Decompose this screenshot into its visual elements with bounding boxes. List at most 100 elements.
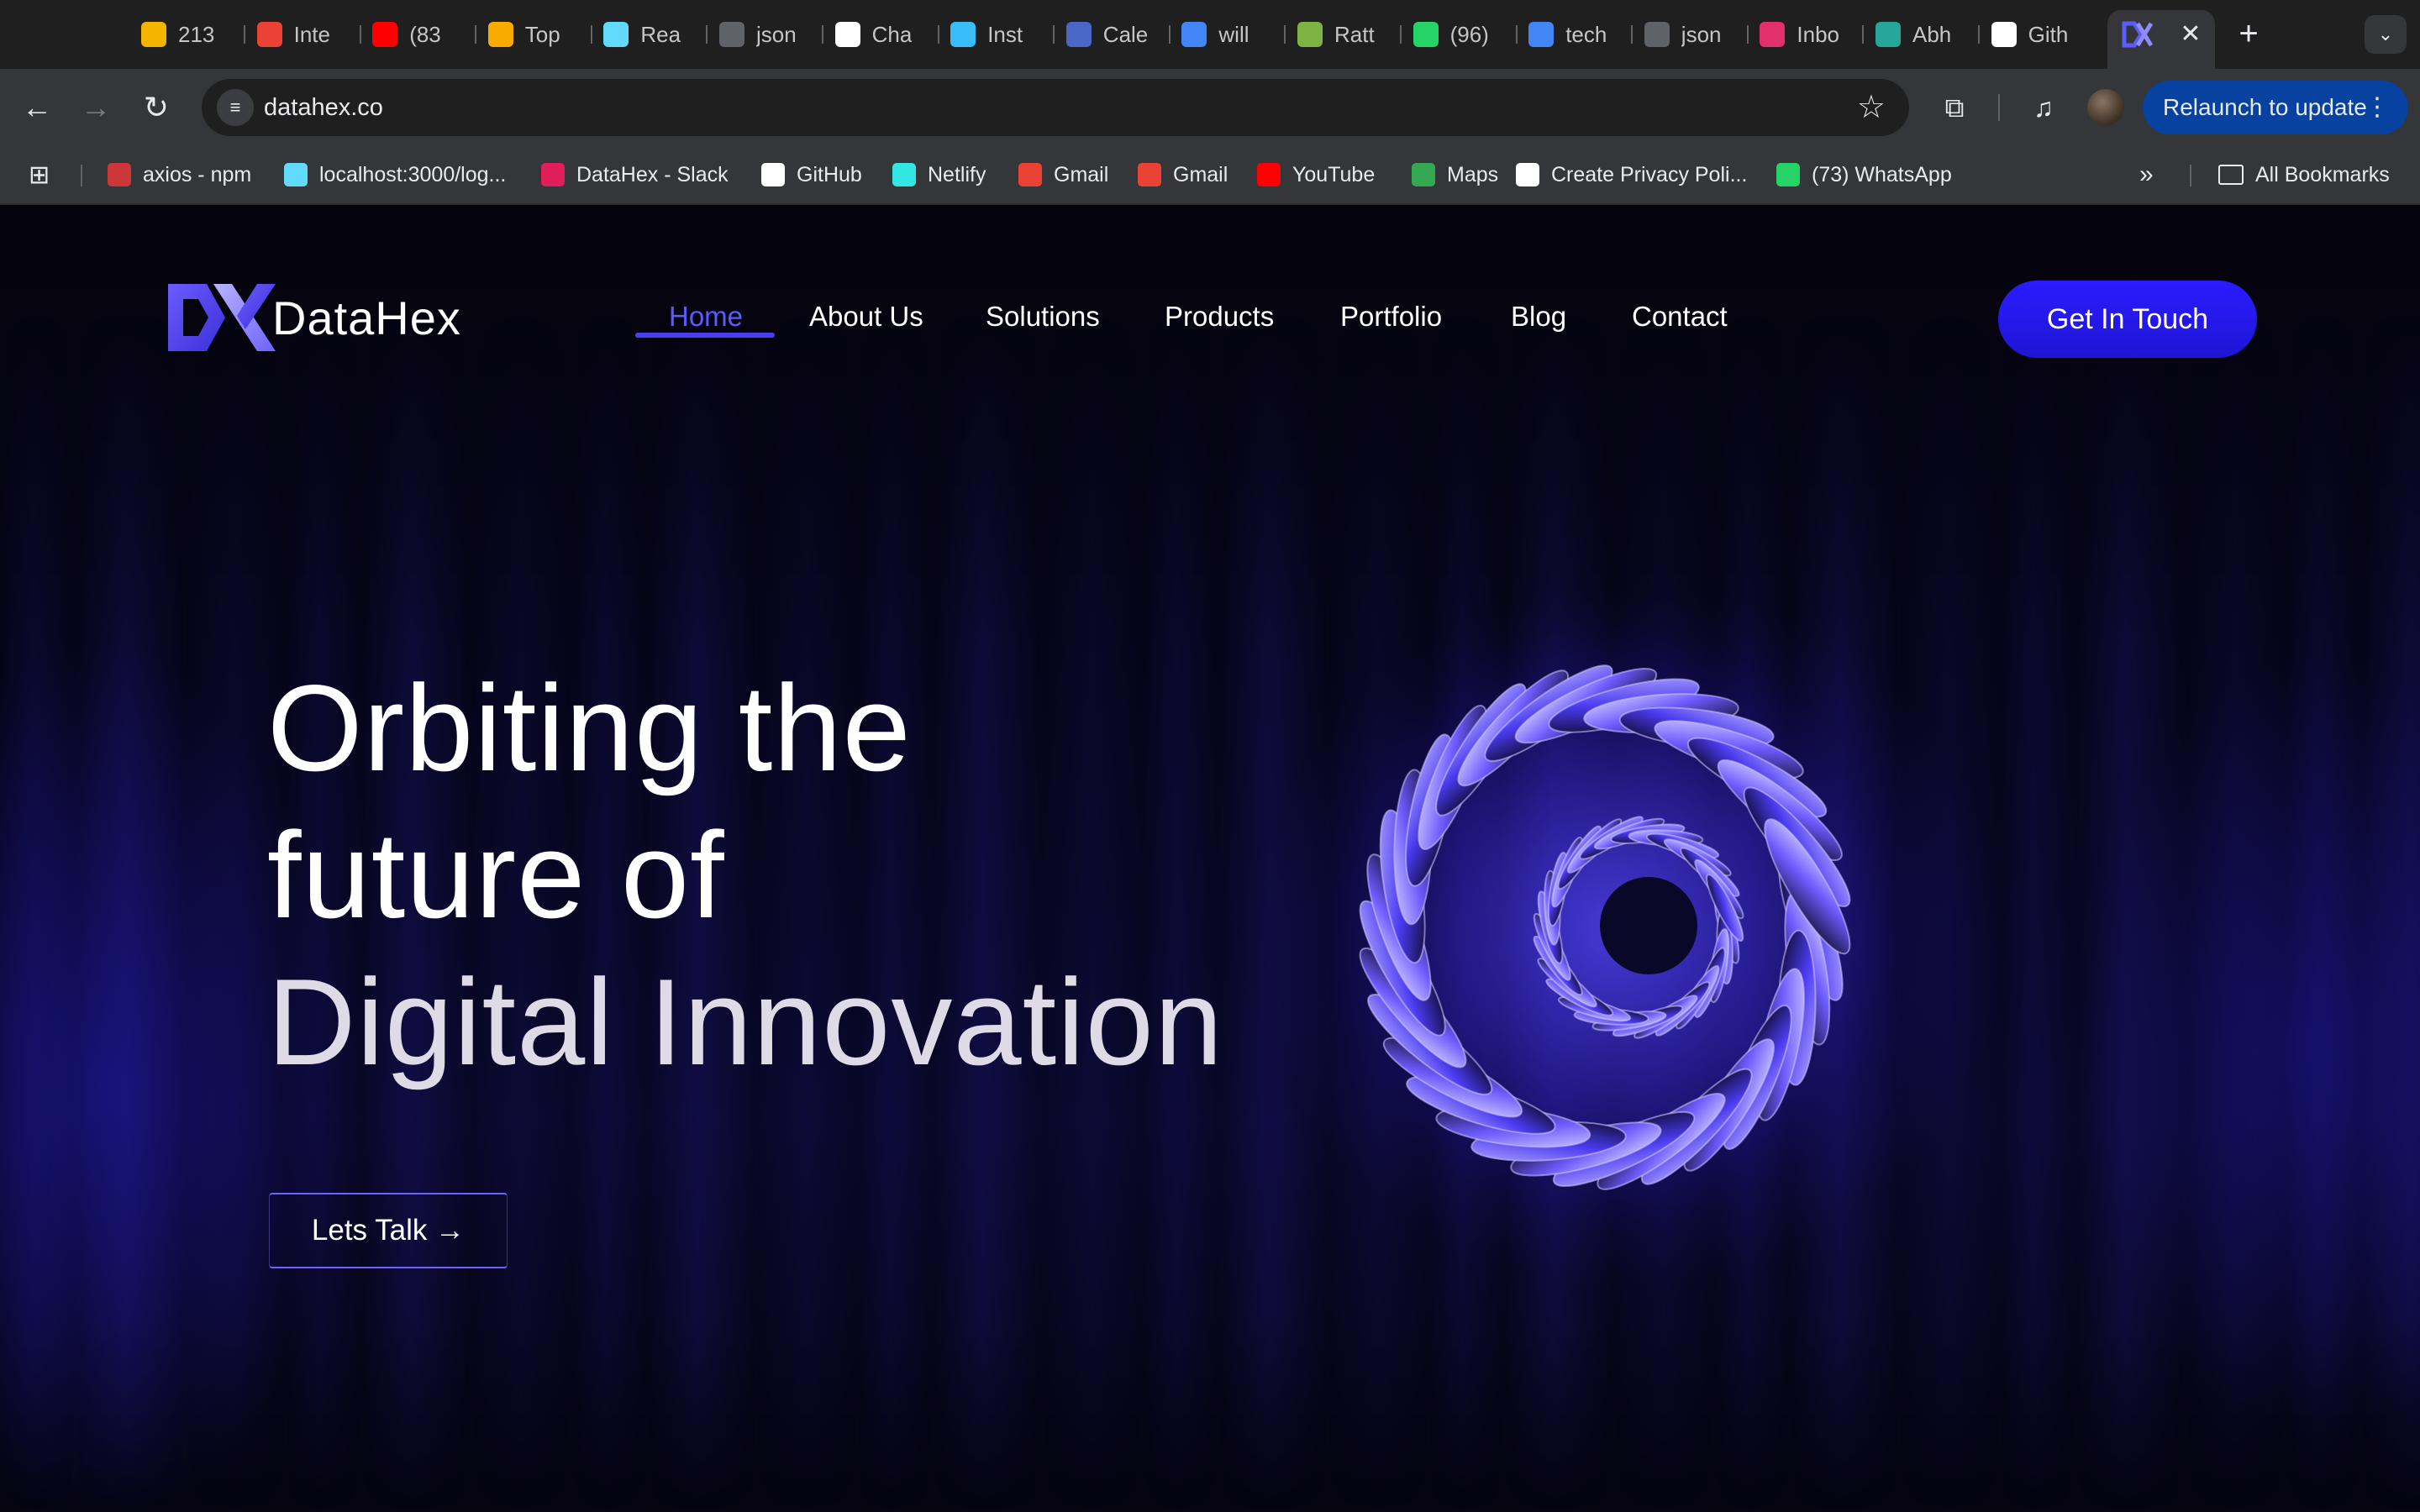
bookmark-favicon-icon [1412, 163, 1435, 186]
browser-tab[interactable]: Inbo [1760, 15, 1847, 54]
folder-icon [2218, 165, 2244, 185]
browser-tab[interactable]: Inte [256, 15, 345, 54]
tab-label: json [1681, 21, 1722, 47]
lets-talk-button[interactable]: Lets Talk → [269, 1193, 508, 1268]
forward-icon[interactable]: → [76, 87, 116, 128]
datahex-logo-icon [2122, 21, 2154, 48]
tab-favicon-icon [834, 22, 860, 47]
browser-tab[interactable]: Ratt [1297, 15, 1385, 54]
address-bar[interactable]: ≡ datahex.co ☆ [202, 79, 1909, 136]
more-bookmarks-icon[interactable]: » [2139, 160, 2154, 190]
bookmark-favicon-icon [1776, 163, 1800, 186]
browser-tab[interactable]: Inst [950, 15, 1038, 54]
tab-favicon-icon [1181, 22, 1207, 47]
nav-portfolio[interactable]: Portfolio [1340, 286, 1442, 348]
bookmark-item[interactable]: localhost:3000/log... [284, 160, 506, 190]
site-info-icon[interactable]: ≡ [217, 89, 254, 126]
tab-divider [1746, 25, 1749, 44]
bookmark-item[interactable]: Gmail [1138, 160, 1228, 190]
tab-label: Cha [871, 21, 913, 47]
tab-search-icon[interactable]: ⌄ [2365, 15, 2407, 54]
bookmark-favicon-icon [1257, 163, 1281, 186]
bookmark-favicon-icon [1138, 163, 1161, 186]
media-control-icon[interactable]: ♫ [2023, 87, 2064, 128]
all-bookmarks-label: All Bookmarks [2255, 162, 2390, 186]
bookmark-item[interactable]: DataHex - Slack [541, 160, 729, 190]
bookmark-item[interactable]: Netlify [892, 160, 986, 190]
browser-tab[interactable]: will [1181, 15, 1269, 54]
bookmark-item[interactable]: Create Privacy Poli... [1516, 160, 1747, 190]
tab-label: Inbo [1797, 21, 1839, 47]
tab-label: tech [1565, 21, 1607, 47]
tab-favicon-icon [603, 22, 629, 47]
relaunch-label: Relaunch to update [2163, 94, 2367, 120]
all-bookmarks-button[interactable]: All Bookmarks [2218, 160, 2390, 190]
nav-blog[interactable]: Blog [1511, 286, 1566, 348]
get-in-touch-button[interactable]: Get In Touch [1998, 281, 2257, 358]
new-tab-icon[interactable]: + [2232, 17, 2265, 50]
bookmark-item[interactable]: Maps [1412, 160, 1498, 190]
browser-tab[interactable]: Gith [1991, 15, 2079, 54]
tab-favicon-icon [1760, 22, 1786, 47]
tab-divider [1284, 25, 1286, 44]
bookmark-item[interactable]: axios - npm [108, 160, 251, 190]
nav-products[interactable]: Products [1165, 286, 1274, 348]
tab-favicon-icon [950, 22, 976, 47]
bookmark-item[interactable]: GitHub [761, 160, 862, 190]
browser-tab[interactable]: Cale [1065, 15, 1154, 54]
bookmark-favicon-icon [892, 163, 916, 186]
bookmarks-bar: ⊞ » All Bookmarks axios - npm localhost:3… [0, 146, 2420, 205]
nav-home[interactable]: Home [669, 286, 743, 348]
bookmark-favicon-icon [761, 163, 785, 186]
hero-line-2: future of [267, 806, 725, 943]
bookmark-label: axios - npm [143, 162, 252, 186]
tab-divider [706, 25, 708, 44]
bookmark-label: Maps [1447, 162, 1499, 186]
tab-divider [590, 25, 592, 44]
bookmark-star-icon[interactable]: ☆ [1857, 87, 1886, 128]
apps-grid-icon[interactable]: ⊞ [29, 160, 50, 190]
hero-line-3: Digital Innovation [267, 953, 1224, 1090]
tab-divider [937, 25, 939, 44]
bookmark-item[interactable]: YouTube [1257, 160, 1375, 190]
bookmark-label: Gmail [1173, 162, 1228, 186]
browser-tab[interactable]: Top [487, 15, 576, 54]
relaunch-button[interactable]: Relaunch to update ⋮ [2143, 81, 2408, 134]
browser-tab[interactable]: Abh [1876, 15, 1963, 54]
reload-icon[interactable]: ↻ [136, 87, 176, 128]
tab-divider [359, 25, 361, 44]
tab-favicon-icon [719, 22, 744, 47]
url-text[interactable]: datahex.co [264, 79, 383, 136]
avatar[interactable] [2087, 89, 2124, 126]
tab-label: Ratt [1334, 21, 1375, 47]
bookmark-label: DataHex - Slack [576, 162, 729, 186]
browser-tab[interactable]: json [719, 15, 807, 54]
brand-name: DataHex [272, 291, 461, 344]
browser-tab[interactable]: Cha [834, 15, 923, 54]
tab-favicon-icon [1991, 22, 2017, 47]
browser-tab[interactable]: (83 [372, 15, 460, 54]
back-icon[interactable]: ← [17, 87, 57, 128]
browser-tab[interactable]: json [1644, 15, 1732, 54]
brand-logo[interactable]: DataHex [163, 277, 461, 358]
close-tab-icon[interactable]: ✕ [2176, 20, 2205, 49]
browser-tab[interactable]: (96) [1413, 15, 1501, 54]
browser-toolbar: ← → ↻ ≡ datahex.co ☆ ⧉ ♫ Relaunch to upd… [0, 69, 2420, 146]
datahex-page: DataHex Home About Us Solutions Products… [0, 205, 2420, 1512]
extensions-icon[interactable]: ⧉ [1934, 87, 1975, 128]
browser-tab[interactable]: Rea [603, 15, 691, 54]
tab-label: json [756, 21, 797, 47]
browser-tab-strip: ✕ + ⌄ 213 Inte (83 Top Rea json Cha Inst Cale wil… [0, 0, 2420, 69]
nav-solutions[interactable]: Solutions [986, 286, 1100, 348]
tab-label: (96) [1449, 21, 1489, 47]
bookmark-favicon-icon [1516, 163, 1539, 186]
bookmark-favicon-icon [108, 163, 131, 186]
bookmark-label: YouTube [1292, 162, 1376, 186]
nav-contact[interactable]: Contact [1632, 286, 1728, 348]
nav-about-us[interactable]: About Us [809, 286, 923, 348]
bookmark-item[interactable]: Gmail [1018, 160, 1108, 190]
browser-tab[interactable]: 213 [141, 15, 229, 54]
browser-tab[interactable]: tech [1528, 15, 1616, 54]
bookmark-item[interactable]: (73) WhatsApp [1776, 160, 1952, 190]
menu-dots-icon: ⋮ [2365, 93, 2390, 121]
